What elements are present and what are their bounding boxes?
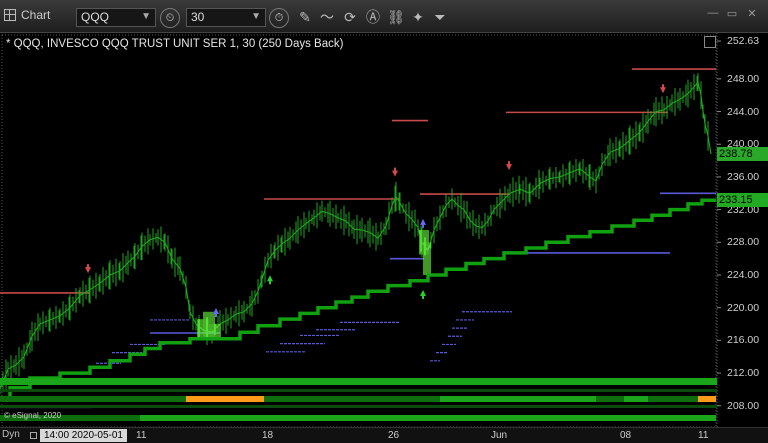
pencil-icon[interactable]: ✎ (296, 8, 314, 26)
indicator-strip (0, 396, 186, 402)
sell-arrow-icon (85, 264, 91, 274)
indicator-strip (624, 396, 648, 402)
y-tick-label: 212.00 (727, 367, 760, 380)
indicator-strip (0, 389, 717, 392)
indicator-strip (0, 405, 717, 408)
x-tick-label: Jun (491, 430, 508, 441)
interval-input-value: 30 (191, 10, 205, 24)
indicator-strip (440, 415, 716, 421)
y-tick-label: 216.00 (727, 334, 760, 347)
last-price-label: 238.78 (717, 147, 768, 162)
y-tick-label: 248.00 (727, 72, 760, 85)
sell-arrow-icon (506, 161, 512, 171)
indicator-strip (0, 378, 717, 385)
line-style-icon[interactable]: 〜 (318, 8, 336, 26)
time-clock-icon[interactable]: ⏱ (269, 8, 289, 28)
y-tick-label: 228.00 (727, 236, 760, 249)
chart-title: * QQQ, INVESCO QQQ TRUST UNIT SER 1, 30 … (6, 38, 344, 50)
x-tick-label: 08 (620, 430, 632, 441)
symbol-input[interactable]: QQQ ▼ (76, 8, 156, 27)
indicator-strip (440, 396, 596, 402)
dynamic-mode-toggle[interactable]: Dyn (2, 429, 20, 440)
y-tick-label: 224.00 (727, 268, 760, 281)
cursor-marker-icon (30, 432, 37, 439)
restore-window-icon[interactable] (704, 36, 716, 48)
indicator-strip (698, 396, 716, 402)
maximize-icon[interactable]: ▭ (725, 6, 739, 20)
y-tick-label: 252.63 (727, 35, 760, 48)
cursor-date-label: 14:00 2020-05-01 (40, 429, 127, 442)
x-tick-label: 26 (388, 430, 400, 441)
sell-arrow-icon (392, 167, 398, 177)
y-tick-label: 244.00 (727, 105, 760, 118)
minimize-icon[interactable]: — (706, 6, 720, 20)
y-tick-label: 220.00 (727, 301, 760, 314)
bull-arrow-icon (267, 275, 273, 285)
grid-icon (4, 9, 16, 21)
y-tick-label: 208.00 (727, 399, 760, 412)
chart-tab[interactable]: Chart (4, 8, 50, 22)
indicator-strip (264, 396, 440, 402)
indicator-strip (186, 396, 264, 402)
symbol-input-value: QQQ (81, 10, 110, 24)
bull-arrow-icon (420, 289, 426, 299)
filter-icon[interactable]: ⏷ (431, 8, 449, 26)
interval-clock-icon[interactable]: ⏲ (160, 8, 180, 28)
chart-tab-label: Chart (21, 8, 51, 22)
x-tick-label: 11 (136, 430, 147, 441)
y-tick-label: 236.00 (727, 170, 760, 183)
sell-arrow-icon (660, 84, 666, 94)
x-tick-label: 18 (262, 430, 274, 441)
indicator-strip (140, 415, 440, 421)
interval-input[interactable]: 30 ▼ (186, 8, 266, 27)
refresh-icon[interactable]: ⟳ (341, 8, 359, 26)
chevron-down-icon[interactable]: ▼ (251, 11, 261, 22)
toolbar: Chart QQQ ▼ ⏲ 30 ▼ ⏱ ✎ 〜 ⟳ Ⓐ ⛓ ✦ ⏷ — ▭ ✕ (0, 0, 768, 33)
indicator-strip (648, 396, 698, 402)
trailing-stop-label: 233.15 (717, 193, 768, 208)
chevron-down-icon[interactable]: ▼ (141, 11, 151, 22)
price-chart[interactable] (0, 33, 768, 427)
indicator-strip (596, 396, 624, 402)
alert-a-icon[interactable]: Ⓐ (364, 8, 382, 26)
twitter-icon[interactable]: ✦ (409, 8, 427, 26)
price-line (0, 80, 712, 390)
copyright-text: © eSignal, 2020 (4, 411, 62, 420)
link-icon[interactable]: ⛓ (387, 8, 405, 26)
close-icon[interactable]: ✕ (745, 6, 759, 20)
x-tick-label: 11 (698, 430, 709, 441)
time-axis-bar: Dyn 14:00 2020-05-01 11 18 26 Jun 08 11 (0, 427, 768, 443)
